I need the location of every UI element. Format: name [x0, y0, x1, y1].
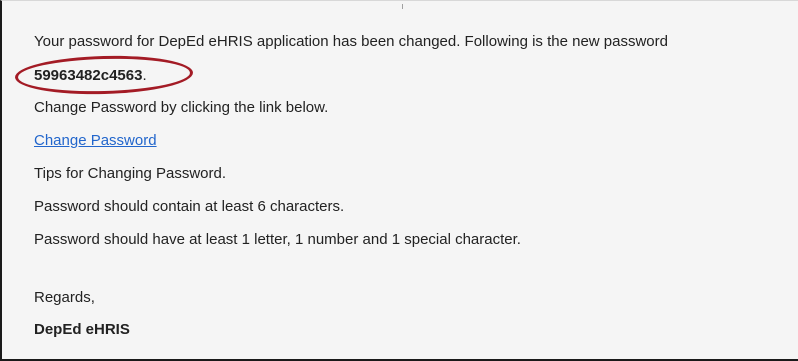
email-body: Your password for DepEd eHRIS applicatio…: [0, 0, 798, 361]
new-password-suffix: .: [142, 67, 147, 84]
change-password-link[interactable]: Change Password: [34, 132, 157, 149]
tip-length-text: Password should contain at least 6 chara…: [34, 198, 345, 215]
signature-text: DepEd eHRIS: [34, 321, 130, 338]
change-password-line: Change Password: [34, 132, 157, 150]
new-password-line: 59963482c4563.: [34, 67, 147, 85]
closing-text: Regards,: [34, 289, 95, 306]
decorative-tick: [402, 4, 403, 9]
tips-heading: Tips for Changing Password.: [34, 165, 227, 182]
change-instruction-text: Change Password by clicking the link bel…: [34, 99, 329, 116]
new-password-value: 59963482c4563: [34, 67, 143, 84]
email-intro-text: Your password for DepEd eHRIS applicatio…: [34, 33, 668, 50]
tip-composition-text: Password should have at least 1 letter, …: [34, 231, 521, 248]
